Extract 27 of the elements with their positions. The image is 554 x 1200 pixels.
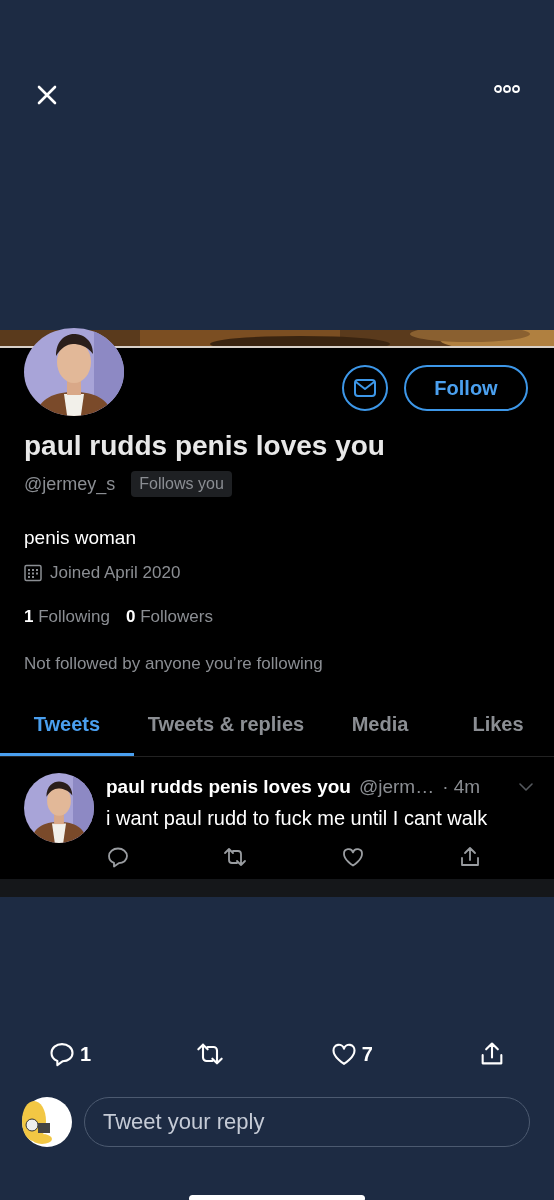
profile-handle: @jermey_s <box>24 472 116 497</box>
stat-link[interactable]: 1 Following <box>24 603 110 630</box>
joined-date: Joined April 2020 <box>50 562 181 585</box>
profile-tab[interactable]: Likes <box>442 700 554 756</box>
stat-link[interactable]: 0 Followers <box>126 603 213 630</box>
tweet-author-name: paul rudds penis loves you <box>106 774 351 799</box>
calendar-icon <box>24 563 42 582</box>
reply-icon[interactable] <box>106 845 130 870</box>
more-icon[interactable] <box>494 84 520 94</box>
reply-icon[interactable] <box>48 1040 76 1069</box>
follow-note: Not followed by anyone you’re following <box>24 653 324 676</box>
message-button[interactable] <box>342 365 388 411</box>
action-count: 1 <box>80 1042 92 1068</box>
action-count: 7 <box>361 1042 373 1068</box>
follows-you-badge: Follows you <box>131 471 232 498</box>
tweet-time: · 4m <box>442 774 481 799</box>
tweet-handle: @jerm… <box>358 774 435 799</box>
close-icon[interactable] <box>36 84 58 106</box>
follow-button[interactable]: Follow <box>404 365 528 411</box>
tweet-text: i want paul rudd to fuck me until I cant walk <box>106 806 489 832</box>
profile-tab[interactable]: Media <box>318 700 442 756</box>
profile-bio: penis woman <box>24 525 137 550</box>
profile-tab[interactable]: Tweets & replies <box>134 700 318 756</box>
reply-field[interactable]: Tweet your reply <box>84 1097 530 1148</box>
profile-name: paul rudds penis loves you <box>24 429 386 463</box>
mail-icon <box>353 378 377 398</box>
chevron-icon[interactable] <box>518 781 534 792</box>
